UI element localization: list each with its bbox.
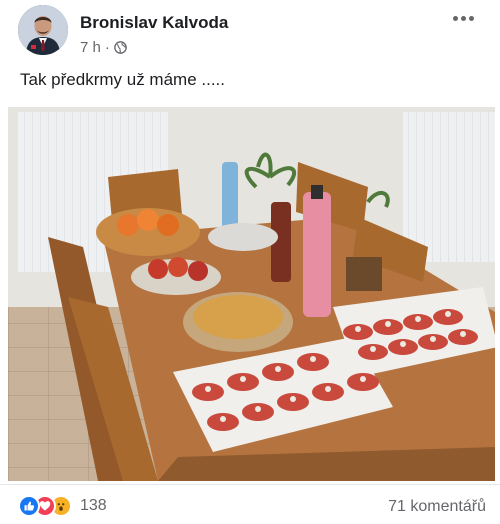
avatar[interactable] [18, 5, 68, 55]
more-options-button[interactable] [448, 7, 478, 29]
like-icon [18, 495, 40, 517]
dot-icon [468, 15, 474, 21]
post-footer: 138 71 komentářů [0, 484, 500, 524]
reaction-count: 138 [80, 497, 107, 514]
post-header: Bronislav Kalvoda 7 h · [18, 5, 488, 57]
author-name[interactable]: Bronislav Kalvoda [80, 13, 228, 33]
post-photo[interactable] [8, 107, 495, 481]
post-text: Tak předkrmy už máme ..... [20, 70, 225, 89]
timestamp[interactable]: 7 h [80, 39, 101, 56]
dot-icon [460, 15, 466, 21]
comments-link[interactable]: 71 komentářů [388, 498, 486, 516]
globe-icon[interactable] [114, 41, 127, 54]
meta-separator: · [104, 39, 110, 56]
reactions-summary[interactable]: 138 [18, 495, 107, 517]
dot-icon [452, 15, 458, 21]
post-meta: 7 h · [80, 39, 127, 56]
